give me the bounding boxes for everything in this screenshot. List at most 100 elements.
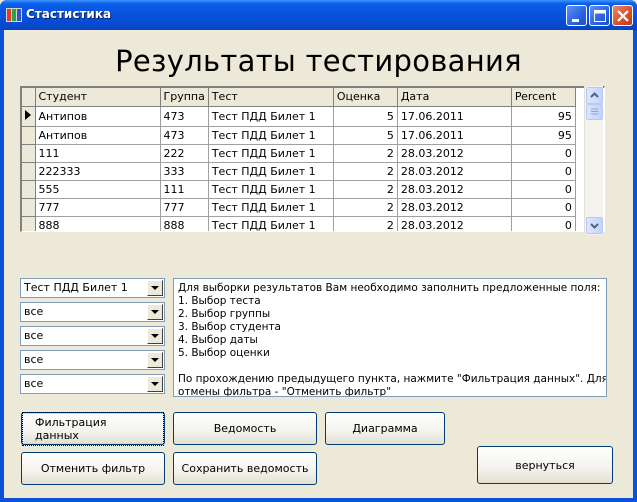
- cell-percent[interactable]: 95: [511, 106, 576, 127]
- scroll-down-button[interactable]: [586, 217, 603, 234]
- filter-data-button[interactable]: Фильтрация данных: [21, 411, 165, 446]
- date-select-dropdown-button[interactable]: [147, 352, 163, 368]
- close-button[interactable]: [612, 5, 633, 26]
- cell-test[interactable]: Тест ПДД Билет 1: [208, 106, 334, 127]
- cell-group[interactable]: 333: [160, 162, 209, 181]
- maximize-button[interactable]: [589, 5, 610, 26]
- header-indicator: [22, 88, 36, 107]
- instructions-line: По прохождению предыдущего пункта, нажми…: [178, 373, 607, 385]
- back-button-label: вернуться: [515, 458, 575, 472]
- minimize-icon: [572, 19, 579, 22]
- cell-date[interactable]: 28.03.2012: [397, 216, 512, 231]
- cell-grade[interactable]: 5: [333, 106, 398, 127]
- date-select[interactable]: все: [20, 350, 165, 370]
- column-header[interactable]: Тест: [208, 88, 334, 107]
- filter-data-button-label: Фильтрация данных: [22, 411, 164, 446]
- cell-student[interactable]: Антипов: [35, 106, 161, 127]
- table-row[interactable]: 222333 333 Тест ПДД Билет 1 2 28.03.2012…: [22, 162, 576, 181]
- results-grid[interactable]: Студент Группа Тест Оценка Дата Percent …: [20, 86, 605, 232]
- instructions-line: 5. Выбор оценки: [178, 347, 270, 359]
- minimize-button[interactable]: [566, 5, 587, 26]
- table-row[interactable]: 111 222 Тест ПДД Билет 1 2 28.03.2012 0: [22, 144, 576, 163]
- back-button[interactable]: вернуться: [477, 446, 613, 484]
- column-header[interactable]: Percent: [511, 88, 576, 107]
- cell-test[interactable]: Тест ПДД Билет 1: [208, 126, 334, 145]
- cell-student[interactable]: 555: [35, 180, 161, 199]
- grade-select-dropdown-button[interactable]: [147, 376, 163, 392]
- cell-group[interactable]: 222: [160, 144, 209, 163]
- row-indicator: [22, 126, 36, 145]
- cell-test[interactable]: Тест ПДД Билет 1: [208, 216, 334, 231]
- cell-grade[interactable]: 2: [333, 216, 398, 231]
- current-row-arrow-icon: [25, 109, 31, 120]
- results-table: Студент Группа Тест Оценка Дата Percent …: [22, 88, 576, 231]
- column-header[interactable]: Оценка: [333, 88, 398, 107]
- cell-student[interactable]: 888: [35, 216, 161, 231]
- cell-student[interactable]: 777: [35, 198, 161, 217]
- cell-percent[interactable]: 0: [511, 180, 576, 199]
- student-select-value: все: [24, 329, 44, 342]
- cell-date[interactable]: 28.03.2012: [397, 180, 512, 199]
- instructions-memo[interactable]: Для выборки результатов Вам необходимо з…: [173, 278, 607, 397]
- cancel-filter-button-label: Отменить фильтр: [40, 462, 146, 475]
- cell-test[interactable]: Тест ПДД Билет 1: [208, 198, 334, 217]
- cell-percent[interactable]: 95: [511, 126, 576, 145]
- grid-vertical-scrollbar[interactable]: [584, 86, 603, 235]
- row-indicator: [22, 106, 36, 127]
- column-header[interactable]: Студент: [35, 88, 161, 107]
- cell-date[interactable]: 28.03.2012: [397, 144, 512, 163]
- cell-grade[interactable]: 2: [333, 144, 398, 163]
- page-title: Результаты тестирования: [115, 44, 522, 78]
- column-header[interactable]: Группа: [160, 88, 209, 107]
- cell-group[interactable]: 473: [160, 126, 209, 145]
- cell-student[interactable]: 222333: [35, 162, 161, 181]
- table-row[interactable]: 555 111 Тест ПДД Билет 1 2 28.03.2012 0: [22, 180, 576, 199]
- table-row[interactable]: 888 888 Тест ПДД Билет 1 2 28.03.2012 0: [22, 216, 576, 231]
- cell-percent[interactable]: 0: [511, 162, 576, 181]
- table-row[interactable]: 777 777 Тест ПДД Билет 1 2 28.03.2012 0: [22, 198, 576, 217]
- cell-percent[interactable]: 0: [511, 216, 576, 231]
- scroll-thumb[interactable]: [586, 104, 603, 120]
- test-select[interactable]: Тест ПДД Билет 1: [20, 278, 165, 298]
- test-select-dropdown-button[interactable]: [147, 280, 163, 296]
- cell-date[interactable]: 28.03.2012: [397, 198, 512, 217]
- cell-student[interactable]: Антипов: [35, 126, 161, 145]
- cell-grade[interactable]: 2: [333, 162, 398, 181]
- group-select[interactable]: все: [20, 302, 165, 322]
- cell-test[interactable]: Тест ПДД Билет 1: [208, 162, 334, 181]
- save-statement-button[interactable]: Сохранить ведомость: [173, 452, 317, 485]
- table-row[interactable]: Антипов 473 Тест ПДД Билет 1 5 17.06.201…: [22, 106, 576, 127]
- grade-select-value: все: [24, 377, 44, 390]
- cell-grade[interactable]: 5: [333, 126, 398, 145]
- cell-date[interactable]: 28.03.2012: [397, 162, 512, 181]
- instructions-line: отмены фильтра - "Отменить фильтр": [178, 386, 392, 397]
- cancel-filter-button[interactable]: Отменить фильтр: [21, 452, 165, 485]
- title-bar[interactable]: Стастистика: [0, 0, 637, 30]
- scroll-up-button[interactable]: [586, 87, 603, 104]
- grid-header-row: Студент Группа Тест Оценка Дата Percent: [22, 88, 576, 107]
- chevron-up-icon: [590, 92, 599, 98]
- cell-grade[interactable]: 2: [333, 198, 398, 217]
- student-select[interactable]: все: [20, 326, 165, 346]
- cell-grade[interactable]: 2: [333, 180, 398, 199]
- cell-student[interactable]: 111: [35, 144, 161, 163]
- cell-date[interactable]: 17.06.2011: [397, 106, 512, 127]
- column-header[interactable]: Дата: [397, 88, 512, 107]
- cell-test[interactable]: Тест ПДД Билет 1: [208, 144, 334, 163]
- statement-button[interactable]: Ведомость: [173, 412, 317, 445]
- cell-percent[interactable]: 0: [511, 198, 576, 217]
- cell-percent[interactable]: 0: [511, 144, 576, 163]
- maximize-icon: [594, 10, 606, 22]
- student-select-dropdown-button[interactable]: [147, 328, 163, 344]
- cell-group[interactable]: 888: [160, 216, 209, 231]
- chart-button[interactable]: Диаграмма: [325, 412, 445, 445]
- grade-select[interactable]: все: [20, 374, 165, 394]
- cell-test[interactable]: Тест ПДД Билет 1: [208, 180, 334, 199]
- cell-group[interactable]: 473: [160, 106, 209, 127]
- cell-group[interactable]: 777: [160, 198, 209, 217]
- cell-date[interactable]: 17.06.2011: [397, 126, 512, 145]
- cell-group[interactable]: 111: [160, 180, 209, 199]
- group-select-dropdown-button[interactable]: [147, 304, 163, 320]
- date-select-value: все: [24, 353, 44, 366]
- table-row[interactable]: Антипов 473 Тест ПДД Билет 1 5 17.06.201…: [22, 126, 576, 145]
